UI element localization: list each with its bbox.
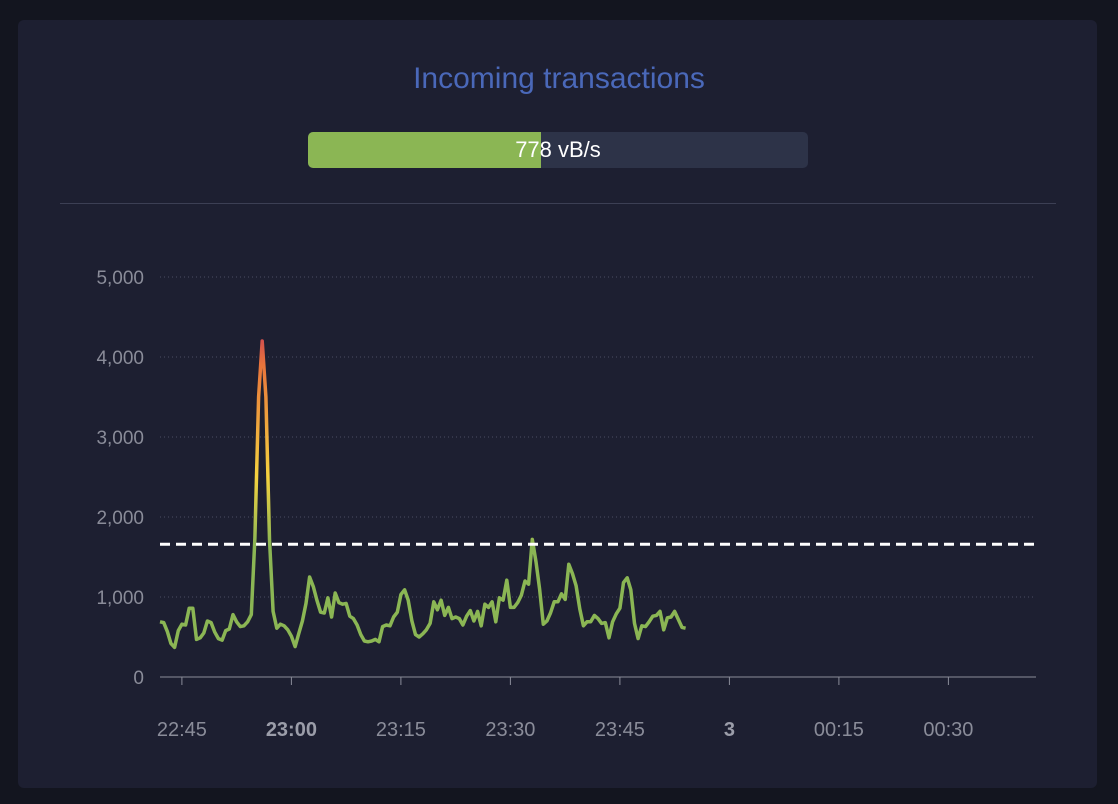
x-tick-label: 3 [724,719,735,741]
x-tick-label: 00:15 [814,719,864,741]
series-group [159,339,1036,650]
x-tick-label: 00:30 [923,719,973,741]
x-tick-label: 23:30 [485,719,535,741]
x-tick-label: 23:45 [595,719,645,741]
series-line [159,339,686,650]
y-tick-label: 1,000 [96,588,144,609]
y-axis: 0 1,000 2,000 3,000 4,000 5,000 [96,268,144,689]
y-tick-label: 0 [133,668,144,689]
grid [160,276,1036,598]
y-tick-label: 2,000 [96,508,144,529]
x-axis: 22:45 23:00 23:15 23:30 23:45 3 00:15 00:30 [157,676,1036,741]
x-tick-label: 22:45 [157,719,207,741]
y-tick-label: 5,000 [96,268,144,289]
y-tick-label: 3,000 [96,428,144,449]
x-tick-label: 23:15 [376,719,426,741]
incoming-transactions-chart[interactable]: 0 1,000 2,000 3,000 4,000 5,000 22:45 23:00 23:… [0,0,1118,804]
y-tick-label: 4,000 [96,348,144,369]
x-tick-label: 23:00 [266,719,317,741]
